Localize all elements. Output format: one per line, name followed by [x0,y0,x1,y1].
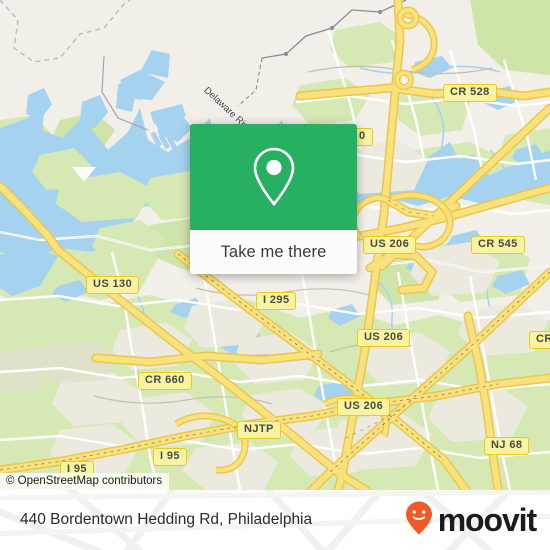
road-shield-us-130: US 130 [86,276,140,294]
road-shield-i-295: I 295 [256,292,297,310]
address-label: 440 Bordentown Hedding Rd, Philadelphia [20,490,312,550]
road-shield-us-206-b: US 206 [357,329,411,347]
callout-image-area [190,124,357,230]
moovit-logo[interactable]: moovit [404,490,537,550]
road-shield-cr-528: CR 528 [443,84,497,102]
moovit-map-screenshot: Delaware River CR 528 0 US 206 CR 545 US… [0,0,550,550]
osm-attribution[interactable]: © OpenStreetMap contributors [0,473,170,490]
road-shield-cr-clipped: CR [529,331,550,349]
footer-bar: 440 Bordentown Hedding Rd, Philadelphia … [0,490,550,550]
location-pin-icon [250,146,298,208]
road-shield-cr-660: CR 660 [138,372,192,390]
location-callout-card: Take me there [190,124,357,274]
moovit-smiley-pin-icon [404,500,434,541]
road-shield-i-95-a: I 95 [153,448,187,466]
road-shield-nj-68: NJ 68 [484,437,530,455]
road-shield-njtp: NJTP [237,421,281,439]
road-shield-cr-545: CR 545 [471,236,525,254]
road-shield-us-206-a: US 206 [363,236,417,254]
road-shield-us-206-c: US 206 [337,398,391,416]
address-text: 440 Bordentown Hedding Rd, Philadelphia [20,511,313,528]
callout-pointer-tail [72,167,96,182]
take-me-there-button[interactable]: Take me there [190,230,357,274]
take-me-there-label: Take me there [220,242,327,261]
moovit-wordmark: moovit [437,502,537,538]
